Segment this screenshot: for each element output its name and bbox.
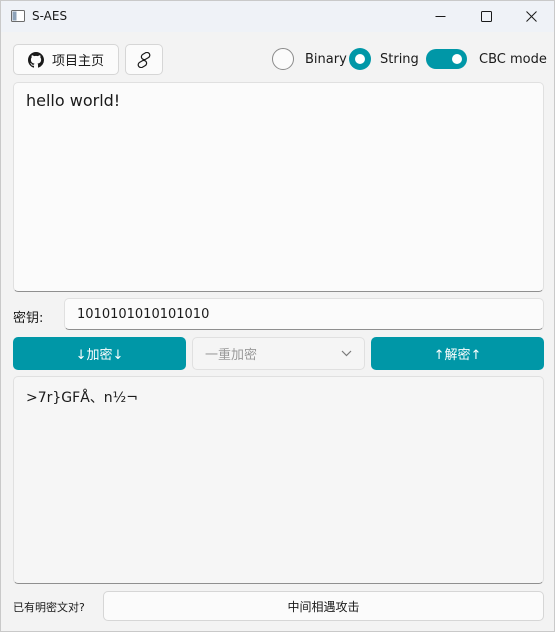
app-window: S-AES 项目主页 Binary String CBC mode hello … [0, 0, 555, 632]
minimize-icon [435, 16, 445, 17]
title-bar[interactable]: S-AES [1, 1, 554, 32]
binary-radio-label: Binary [305, 52, 347, 67]
cbc-mode-label: CBC mode [479, 52, 547, 67]
string-radio[interactable] [349, 48, 371, 70]
project-home-label: 项目主页 [51, 54, 104, 69]
key-input[interactable]: 1010101010101010 [64, 298, 544, 330]
link-button[interactable] [125, 44, 163, 75]
plaintext-textarea[interactable]: hello world! [13, 82, 544, 292]
known-pair-label: 已有明密文对? [13, 601, 85, 614]
string-radio-label: String [380, 52, 419, 67]
binary-radio[interactable] [272, 48, 294, 70]
maximize-button[interactable] [463, 1, 509, 32]
encryption-mode-select[interactable]: 一重加密 [192, 337, 365, 370]
cbc-mode-toggle[interactable] [426, 49, 467, 69]
encrypt-button[interactable]: ↓加密↓ [13, 337, 186, 370]
close-icon [525, 11, 537, 22]
meet-in-the-middle-attack-button[interactable]: 中间相遇攻击 [103, 591, 544, 621]
key-label: 密钥: [13, 311, 44, 326]
key-value: 1010101010101010 [77, 306, 210, 322]
decrypt-button[interactable]: ↑解密↑ [371, 337, 544, 370]
encryption-mode-value: 一重加密 [205, 348, 258, 363]
minimize-button[interactable] [417, 1, 463, 32]
chevron-down-icon [341, 350, 352, 357]
github-icon [27, 51, 44, 68]
link-icon [137, 51, 151, 68]
close-button[interactable] [508, 1, 554, 32]
window-title: S-AES [32, 9, 68, 23]
project-home-button[interactable]: 项目主页 [13, 44, 119, 75]
maximize-icon [480, 11, 492, 22]
ciphertext-textarea[interactable]: >7r}GFÅ、n½¬ [13, 376, 544, 584]
window-icon [11, 10, 25, 22]
